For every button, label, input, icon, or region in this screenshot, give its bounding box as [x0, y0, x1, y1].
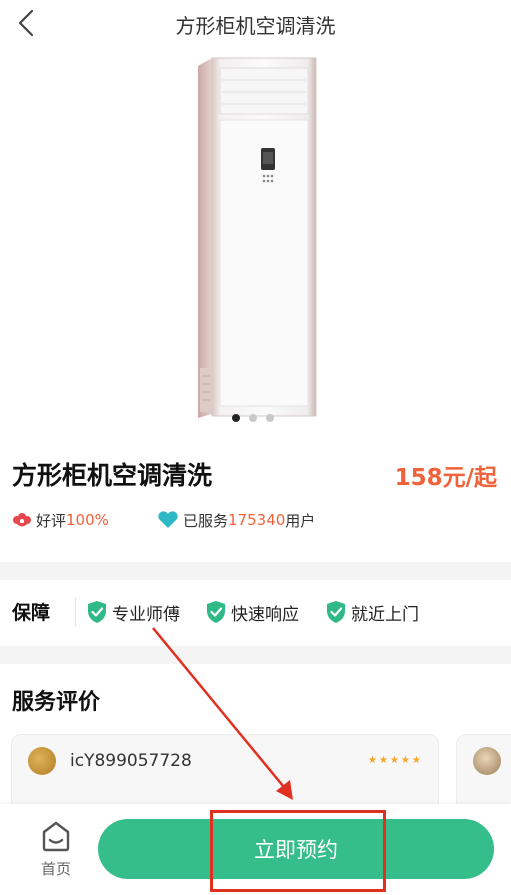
carousel-indicator: [0, 414, 511, 424]
star-icon: ★: [368, 755, 377, 766]
product-gallery[interactable]: [0, 46, 511, 434]
home-label: 首页: [40, 860, 71, 878]
avatar: [473, 747, 501, 775]
rating-stat: 好评 100%: [12, 510, 109, 530]
shield-check-icon: [207, 601, 225, 623]
guarantee-item-nearby: 就近上门: [325, 598, 419, 626]
guarantee-text: 就近上门: [351, 604, 419, 625]
star-icon: ★: [389, 755, 399, 766]
top-nav: 方形柜机空调清洗: [0, 0, 511, 46]
served-stat: 已服务 175340 用户: [157, 510, 315, 530]
guarantee-item-fast: 快速响应: [205, 598, 299, 626]
guarantee-item-professional: 专业师傅: [86, 598, 180, 626]
served-count: 175340: [228, 511, 286, 529]
heart-icon: [158, 511, 178, 528]
served-prefix: 已服务: [183, 511, 229, 530]
guarantee-divider: [75, 598, 76, 626]
reviews-title: 服务评价: [12, 690, 101, 715]
star-icon: ★: [400, 755, 410, 766]
rating-value: 100%: [66, 511, 109, 529]
rating-label: 好评: [36, 511, 67, 530]
review-username: icY899057728: [70, 751, 192, 771]
home-button[interactable]: 首页: [30, 820, 82, 880]
carousel-dot-active: [232, 414, 240, 422]
shield-check-icon: [327, 601, 345, 623]
home-icon: [42, 821, 70, 852]
guarantee-text: 专业师傅: [112, 604, 180, 625]
product-name: 方形柜机空调清洗: [12, 461, 213, 490]
star-icon: ★: [411, 755, 421, 766]
carousel-dot: [266, 414, 274, 422]
star-icon: ★: [378, 755, 388, 766]
star-rating: ★ ★ ★ ★ ★: [368, 755, 423, 766]
shield-check-icon: [88, 601, 106, 623]
page-title: 方形柜机空调清洗: [175, 14, 336, 38]
flower-icon: [13, 513, 31, 527]
served-suffix: 用户: [285, 511, 316, 530]
avatar: [28, 747, 56, 775]
annotation-highlight-box: [210, 810, 386, 892]
air-conditioner-image: [198, 57, 317, 418]
carousel-dot: [249, 414, 257, 422]
guarantee-label: 保障: [12, 602, 51, 624]
guarantee-text: 快速响应: [231, 604, 299, 625]
section-divider: [0, 562, 511, 580]
product-price: 158元/起: [394, 465, 497, 491]
section-divider: [0, 646, 511, 664]
